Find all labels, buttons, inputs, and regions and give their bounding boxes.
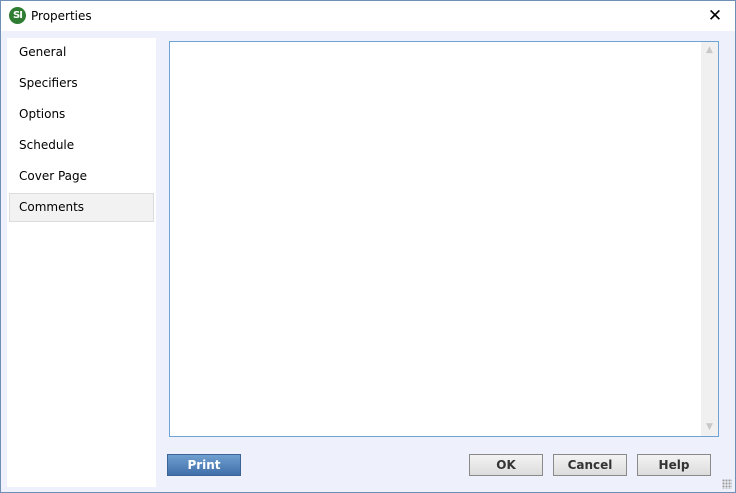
vertical-scrollbar[interactable]: ▲ ▼	[701, 42, 718, 436]
print-button[interactable]: Print	[167, 454, 241, 476]
help-button[interactable]: Help	[637, 454, 711, 476]
sidebar-item-cover-page[interactable]: Cover Page	[9, 162, 154, 191]
resize-grip-icon[interactable]	[722, 479, 732, 489]
sidebar-item-comments[interactable]: Comments	[9, 193, 154, 222]
close-button[interactable]: ✕	[695, 1, 735, 31]
ok-button[interactable]: OK	[469, 454, 543, 476]
scroll-down-arrow-icon[interactable]: ▼	[701, 419, 718, 436]
title-bar: SI Properties ✕	[1, 1, 735, 31]
scroll-up-arrow-icon[interactable]: ▲	[701, 42, 718, 59]
properties-dialog: SI Properties ✕ General Specifiers Optio…	[0, 0, 736, 493]
sidebar-item-specifiers[interactable]: Specifiers	[9, 69, 154, 98]
cancel-button[interactable]: Cancel	[553, 454, 627, 476]
sidebar-item-schedule[interactable]: Schedule	[9, 131, 154, 160]
app-logo-icon: SI	[9, 7, 26, 24]
comments-textarea[interactable]: ▲ ▼	[169, 41, 719, 437]
sidebar-nav: General Specifiers Options Schedule Cove…	[7, 38, 156, 487]
close-icon: ✕	[707, 6, 723, 26]
sidebar-item-options[interactable]: Options	[9, 100, 154, 129]
window-title: Properties	[31, 9, 92, 23]
sidebar-item-general[interactable]: General	[9, 38, 154, 67]
